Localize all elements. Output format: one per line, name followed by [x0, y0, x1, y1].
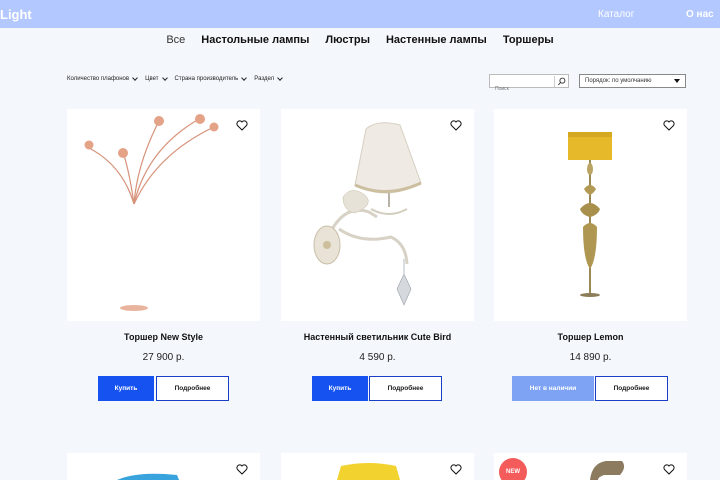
tab-chandeliers[interactable]: Люстры	[325, 34, 370, 46]
site-logo[interactable]: Light	[0, 7, 32, 22]
filter-label: Цвет	[145, 76, 159, 82]
product-image	[117, 473, 179, 480]
heart-icon[interactable]	[663, 120, 675, 131]
product-image-floor-lamp-new-style	[84, 114, 219, 311]
filter-label: Страна производитель	[174, 76, 239, 82]
tab-all[interactable]: Все	[166, 34, 185, 46]
top-header: Light Каталог О нас	[0, 0, 720, 28]
search-icon[interactable]	[554, 76, 566, 87]
buy-button[interactable]: Купить	[98, 376, 154, 401]
nav-about-link[interactable]: О нас	[686, 9, 714, 20]
product-price: 27 900 р.	[142, 352, 185, 363]
product-card[interactable]	[67, 453, 260, 480]
heart-icon[interactable]	[236, 464, 248, 475]
chevron-down-icon	[132, 75, 138, 81]
product-name[interactable]: Торшер Lemon	[494, 332, 687, 342]
product-name[interactable]: Торшер New Style	[67, 332, 260, 342]
product-card[interactable]	[281, 109, 474, 321]
filter-bar: Количество плафонов Цвет Страна производ…	[67, 75, 283, 82]
product-card[interactable]: NEW	[494, 453, 687, 480]
product-image-wall-lamp-cute-bird	[313, 122, 422, 306]
product-image	[337, 463, 400, 480]
search-input[interactable]	[490, 83, 552, 95]
details-button[interactable]: Подробнее	[156, 376, 229, 401]
details-button[interactable]: Подробнее	[369, 376, 442, 401]
product-name[interactable]: Настенный светильник Cute Bird	[281, 332, 474, 342]
chevron-down-icon	[277, 75, 283, 81]
nav-catalog-link[interactable]: Каталог	[598, 9, 634, 20]
not-available-button: Нет в наличии	[512, 376, 594, 401]
tab-table-lamps[interactable]: Настольные лампы	[201, 34, 309, 46]
tab-wall-lamps[interactable]: Настенные лампы	[386, 34, 487, 46]
filter-country[interactable]: Страна производитель	[174, 75, 248, 82]
filter-label: Раздел	[254, 76, 275, 82]
heart-icon[interactable]	[450, 120, 462, 131]
chevron-down-icon	[161, 75, 168, 81]
sort-label: Порядок: по умолчанию	[585, 78, 652, 84]
product-price: 4 590 р.	[359, 352, 396, 363]
product-card[interactable]	[281, 453, 474, 480]
filter-shade-count[interactable]: Количество плафонов	[67, 75, 138, 82]
details-button[interactable]: Подробнее	[595, 376, 668, 401]
product-image-floor-lamp-lemon	[568, 132, 612, 297]
heart-icon[interactable]	[663, 464, 675, 475]
sort-select[interactable]: Порядок: по умолчанию	[579, 74, 686, 88]
heart-icon[interactable]	[236, 120, 248, 131]
tab-floor-lamps[interactable]: Торшеры	[503, 34, 554, 46]
filter-label: Количество плафонов	[67, 76, 130, 82]
buy-button[interactable]: Купить	[312, 376, 368, 401]
filter-section[interactable]: Раздел	[254, 75, 283, 82]
filter-color[interactable]: Цвет	[145, 75, 168, 82]
product-price: 14 890 р.	[569, 352, 612, 363]
product-card[interactable]	[494, 109, 687, 321]
search-box	[489, 74, 569, 95]
product-card[interactable]	[67, 109, 260, 321]
chevron-down-icon	[241, 75, 248, 81]
dropdown-arrow-icon	[674, 79, 680, 83]
new-badge: NEW	[499, 458, 527, 480]
category-tabs: Все Настольные лампы Люстры Настенные ла…	[0, 34, 720, 46]
heart-icon[interactable]	[450, 464, 462, 475]
